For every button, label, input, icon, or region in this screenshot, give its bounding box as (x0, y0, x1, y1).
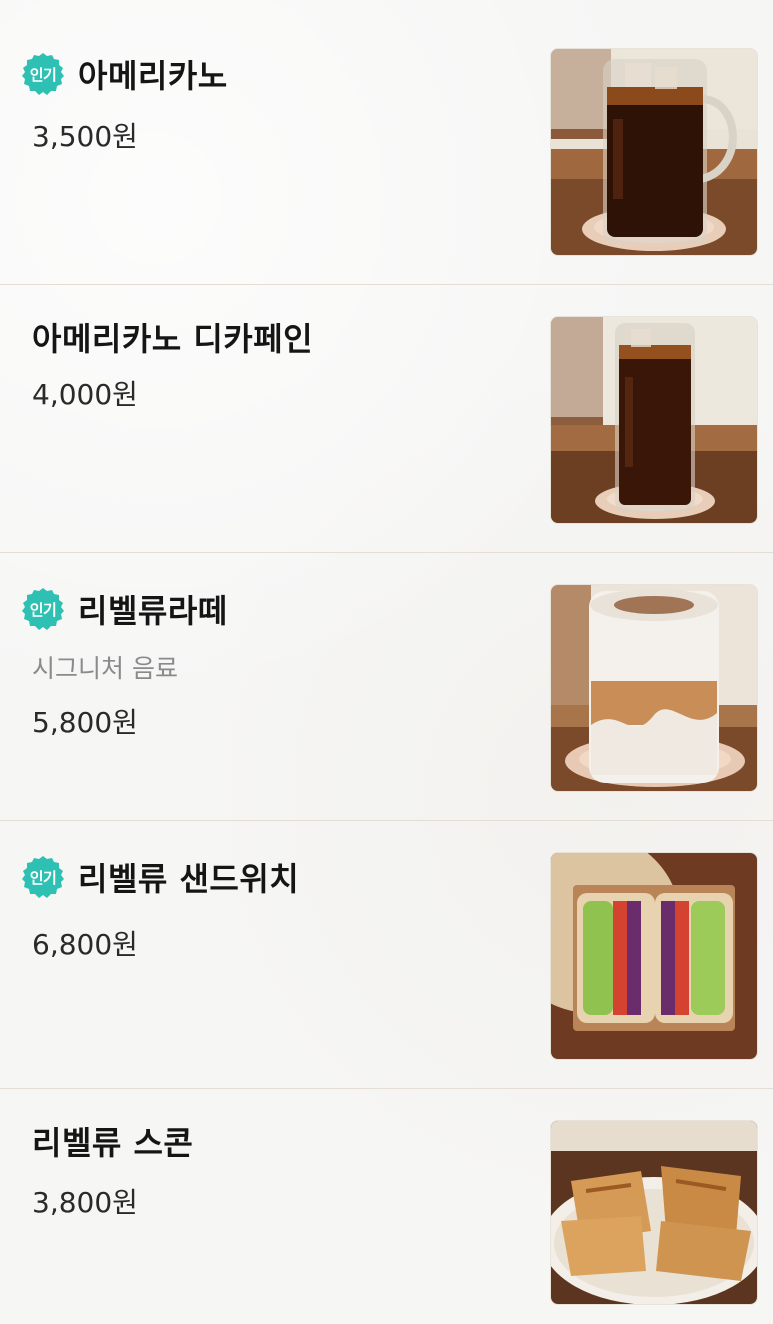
popular-badge-label: 인기 (29, 600, 57, 619)
menu-list: 인기 아메리카노 3,500원 아메리카노 디카페인 4,000원 인기 리벨류… (0, 0, 773, 1324)
menu-item-title-row: 인기 리벨류라떼 (20, 585, 228, 633)
menu-item-revalue-latte[interactable]: 인기 리벨류라떼 시그니처 음료 5,800원 (0, 553, 773, 821)
menu-item-title-row: 인기 아메리카노 (20, 50, 228, 98)
menu-item-image[interactable] (550, 316, 758, 524)
menu-item-name: 리벨류라떼 (78, 592, 228, 630)
menu-item-name: 리벨류 샌드위치 (78, 860, 300, 898)
menu-item-americano-decaf[interactable]: 아메리카노 디카페인 4,000원 (0, 285, 773, 553)
popular-badge: 인기 (20, 854, 66, 900)
sandwich-box-photo (551, 853, 757, 1059)
menu-item-title-row: 인기 리벨류 샌드위치 (20, 853, 299, 901)
menu-item-price: 5,800원 (32, 706, 138, 739)
menu-item-title-row: 리벨류 스콘 (32, 1117, 193, 1165)
menu-item-name: 아메리카노 (78, 57, 228, 95)
menu-item-image[interactable] (550, 852, 758, 1060)
menu-item-americano[interactable]: 인기 아메리카노 3,500원 (0, 0, 773, 285)
menu-item-price: 3,500원 (32, 120, 138, 153)
iced-decaf-americano-glass-photo (551, 317, 757, 523)
popular-badge: 인기 (20, 586, 66, 632)
menu-item-price: 6,800원 (32, 928, 138, 961)
popular-badge-label: 인기 (29, 868, 57, 887)
scones-plate-photo (551, 1121, 757, 1304)
menu-item-description: 시그니처 음료 (32, 654, 178, 683)
popular-badge: 인기 (20, 51, 66, 97)
menu-item-name: 리벨류 스콘 (32, 1124, 194, 1162)
menu-item-image[interactable] (550, 48, 758, 256)
menu-item-revalue-sandwich[interactable]: 인기 리벨류 샌드위치 6,800원 (0, 821, 773, 1089)
menu-item-price: 3,800원 (32, 1186, 138, 1219)
menu-item-price: 4,000원 (32, 378, 138, 411)
iced-americano-mug-photo (551, 49, 757, 255)
menu-item-name: 아메리카노 디카페인 (32, 320, 314, 358)
cream-latte-glass-photo (551, 585, 757, 791)
menu-item-image[interactable] (550, 584, 758, 792)
menu-item-title-row: 아메리카노 디카페인 (32, 313, 313, 361)
popular-badge-label: 인기 (29, 65, 57, 84)
menu-item-image[interactable] (550, 1120, 758, 1305)
menu-item-revalue-scone[interactable]: 리벨류 스콘 3,800원 (0, 1089, 773, 1324)
